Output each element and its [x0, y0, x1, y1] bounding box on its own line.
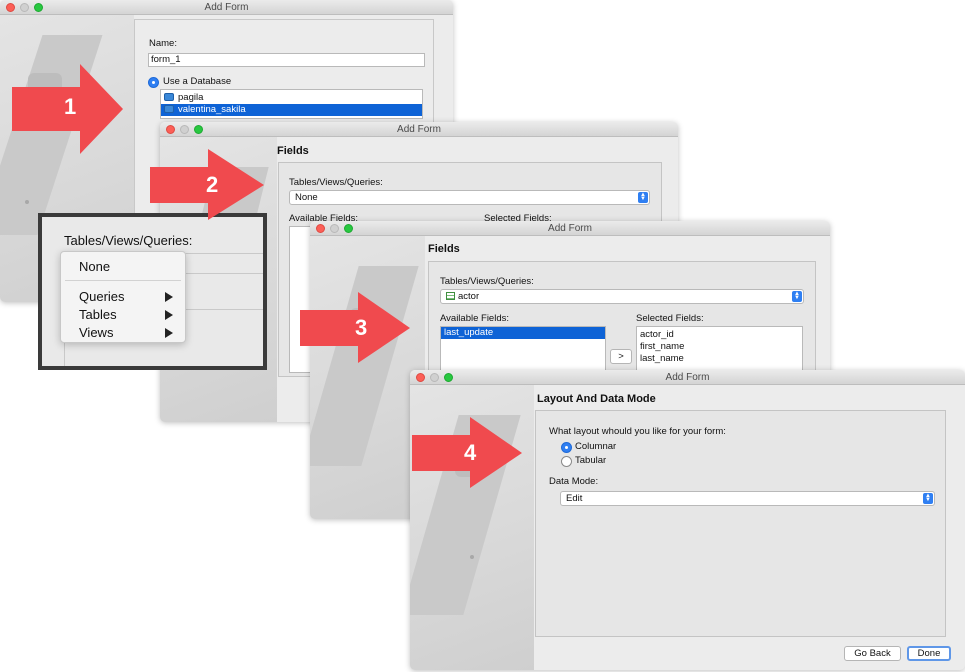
database-item-selected[interactable]: valentina_sakila — [161, 104, 422, 116]
database-icon — [164, 93, 174, 101]
step-1-arrow: 1 — [10, 62, 125, 157]
layout-panel: What layout whould you like for your for… — [535, 410, 946, 637]
add-field-button[interactable]: > — [610, 349, 632, 364]
zoom-button[interactable] — [34, 3, 43, 12]
database-item[interactable]: pagila — [161, 92, 422, 104]
close-button[interactable] — [6, 3, 15, 12]
zoom-button[interactable] — [194, 125, 203, 134]
popup-stepper-icon: ▲ ▼ — [792, 291, 802, 302]
tabular-radio[interactable] — [561, 456, 572, 467]
fields-heading: Fields — [428, 243, 460, 255]
tvq-label: Tables/Views/Queries: — [289, 177, 383, 188]
menu-item-queries[interactable]: Queries — [79, 289, 125, 304]
window-title: Add Form — [548, 223, 592, 234]
data-mode-popup[interactable]: Edit ▲ ▼ — [560, 491, 935, 506]
window-title: Add Form — [204, 2, 249, 13]
step-2-arrow: 2 — [148, 147, 266, 222]
zoom-button[interactable] — [344, 224, 353, 233]
step-number: 2 — [206, 172, 219, 197]
window-title: Add Form — [397, 124, 441, 135]
minimize-button[interactable] — [180, 125, 189, 134]
tabular-label: Tabular — [575, 455, 607, 466]
step-number: 3 — [355, 315, 368, 340]
name-field[interactable]: form_1 — [148, 53, 425, 67]
tuxedo-illustration — [310, 236, 425, 519]
tvq-popup[interactable]: actor ▲ ▼ — [440, 289, 804, 304]
available-fields-label: Available Fields: — [440, 313, 510, 324]
database-list[interactable]: pagila valentina_sakila — [160, 89, 423, 119]
step-4-arrow: 4 — [410, 415, 524, 490]
go-back-button[interactable]: Go Back — [844, 646, 901, 661]
step-3-arrow: 3 — [298, 290, 412, 365]
database-icon — [164, 105, 174, 113]
tvq-dropdown-menu[interactable]: None Queries Tables Views — [60, 251, 186, 343]
titlebar: Add Form — [410, 370, 965, 385]
layout-heading: Layout And Data Mode — [537, 393, 656, 405]
selected-field-item[interactable]: last_name — [637, 353, 802, 365]
submenu-arrow-icon — [165, 328, 173, 338]
close-button[interactable] — [316, 224, 325, 233]
menu-item-views[interactable]: Views — [79, 325, 113, 340]
minimize-button[interactable] — [20, 3, 29, 12]
dropdown-zoom-callout: Tables/Views/Queries: None Queries Table… — [38, 213, 267, 370]
table-icon — [446, 292, 455, 300]
available-field-item[interactable]: last_update — [441, 327, 605, 339]
titlebar: Add Form — [0, 0, 453, 15]
tvq-popup[interactable]: None ▲ ▼ — [289, 190, 650, 205]
done-button[interactable]: Done — [907, 646, 951, 661]
data-mode-label: Data Mode: — [549, 476, 599, 487]
submenu-arrow-icon — [165, 292, 173, 302]
selected-fields-label: Selected Fields: — [636, 313, 704, 324]
window-title: Add Form — [665, 372, 710, 383]
step-number: 1 — [64, 94, 77, 119]
menu-item-none[interactable]: None — [79, 259, 110, 274]
close-button[interactable] — [416, 373, 425, 382]
name-label: Name: — [149, 38, 177, 49]
columnar-radio[interactable] — [561, 442, 572, 453]
tvq-label: Tables/Views/Queries: — [440, 276, 534, 287]
zoom-button[interactable] — [444, 373, 453, 382]
fields-heading: Fields — [277, 145, 309, 157]
zoom-tvq-label: Tables/Views/Queries: — [64, 233, 193, 248]
step-number: 4 — [464, 440, 477, 465]
menu-item-tables[interactable]: Tables — [79, 307, 117, 322]
minimize-button[interactable] — [430, 373, 439, 382]
popup-stepper-icon: ▲ ▼ — [923, 493, 933, 504]
popup-stepper-icon: ▲ ▼ — [638, 192, 648, 203]
columnar-label: Columnar — [575, 441, 617, 452]
use-database-label: Use a Database — [163, 76, 232, 87]
titlebar: Add Form — [310, 221, 830, 236]
minimize-button[interactable] — [330, 224, 339, 233]
selected-field-item[interactable]: actor_id — [637, 329, 802, 341]
selected-field-item[interactable]: first_name — [637, 341, 802, 353]
layout-question: What layout whould you like for your for… — [549, 426, 726, 437]
submenu-arrow-icon — [165, 310, 173, 320]
titlebar: Add Form — [160, 122, 678, 137]
close-button[interactable] — [166, 125, 175, 134]
use-database-radio[interactable] — [148, 77, 159, 88]
